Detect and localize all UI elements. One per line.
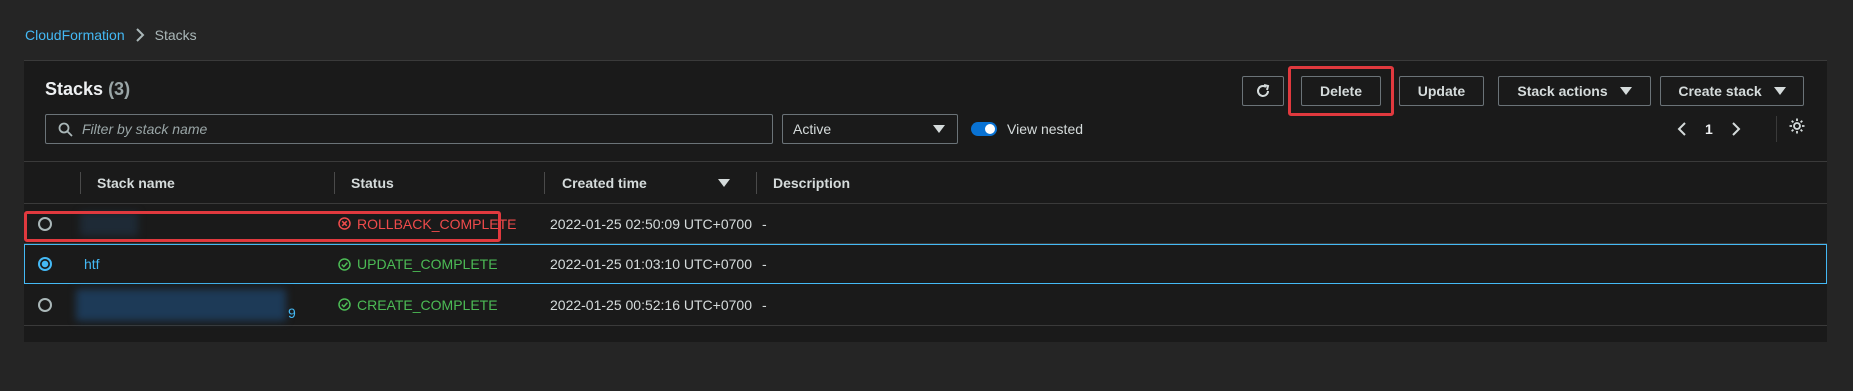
stack-count: (3) [108, 79, 131, 99]
status-cell: CREATE_COMPLETE [338, 284, 498, 325]
column-stack-name[interactable]: Stack name [97, 162, 175, 203]
view-nested-toggle[interactable] [971, 122, 997, 136]
caret-down-icon [1619, 87, 1632, 95]
caret-down-icon [933, 125, 945, 133]
breadcrumb: CloudFormation Stacks [25, 24, 197, 46]
column-separator [334, 172, 335, 194]
status-text: ROLLBACK_COMPLETE [357, 215, 517, 232]
row-radio[interactable] [38, 245, 52, 283]
status-filter-select[interactable]: Active [782, 114, 958, 144]
column-description[interactable]: Description [773, 162, 850, 203]
pagination-divider [1776, 116, 1777, 142]
stack-name-cell[interactable]: htf [84, 245, 100, 283]
column-created-time-label: Created time [562, 174, 647, 191]
column-created-time[interactable]: Created time [562, 162, 647, 203]
filter-field[interactable] [45, 114, 773, 144]
stack-actions-label: Stack actions [1517, 83, 1608, 99]
description-cell: - [762, 256, 767, 272]
stack-actions-button[interactable]: Stack actions [1498, 76, 1651, 106]
description-cell: - [762, 215, 767, 232]
redacted-stack-name[interactable] [80, 211, 138, 236]
stack-name-suffix[interactable]: 9 [288, 305, 296, 321]
status-badge: CREATE_COMPLETE [338, 297, 498, 313]
chevron-right-icon[interactable] [1731, 121, 1741, 137]
status-text: UPDATE_COMPLETE [357, 256, 498, 272]
stack-name-link[interactable]: htf [84, 256, 100, 272]
row-radio[interactable] [38, 204, 52, 243]
chevron-right-icon [135, 28, 145, 42]
title-text: Stacks [45, 79, 104, 99]
radio-unchecked[interactable] [38, 216, 52, 231]
refresh-icon [1257, 84, 1270, 97]
status-badge: ROLLBACK_COMPLETE [338, 216, 517, 232]
status-cell: ROLLBACK_COMPLETE [338, 204, 517, 243]
table-row-selected[interactable]: htf UPDATE_COMPLETE 2022-01-25 01:03:10 … [24, 244, 1827, 284]
breadcrumb-current: Stacks [154, 27, 197, 43]
update-button[interactable]: Update [1399, 76, 1484, 106]
table-row[interactable]: ROLLBACK_COMPLETE 2022-01-25 02:50:09 UT… [24, 204, 1827, 244]
search-icon [58, 122, 73, 137]
status-badge: UPDATE_COMPLETE [338, 256, 498, 272]
chevron-left-icon[interactable] [1677, 121, 1687, 137]
stack-name-cell[interactable] [80, 204, 138, 243]
page-title: Stacks (3) [45, 79, 130, 100]
radio-checked[interactable] [38, 257, 52, 271]
status-cell: UPDATE_COMPLETE [338, 245, 498, 283]
stacks-panel: Stacks (3) Delete Update Stack actions C… [24, 60, 1827, 342]
description-cell: - [762, 296, 767, 313]
check-circle-icon [338, 257, 351, 271]
table-row[interactable]: 9 CREATE_COMPLETE 2022-01-25 00:52:16 UT… [24, 284, 1827, 326]
create-stack-button[interactable]: Create stack [1660, 76, 1804, 106]
column-separator [80, 172, 81, 194]
gear-icon[interactable] [1788, 117, 1806, 140]
delete-button[interactable]: Delete [1301, 76, 1381, 106]
error-circle-icon [338, 217, 351, 230]
created-time-cell: 2022-01-25 00:52:16 UTC+0700 [550, 296, 752, 313]
status-text: CREATE_COMPLETE [357, 296, 498, 313]
column-separator [756, 172, 757, 194]
sort-descending-icon[interactable] [718, 179, 730, 187]
caret-down-icon [1773, 87, 1786, 95]
redacted-stack-name[interactable] [76, 288, 286, 321]
table-header: Stack name Status Created time Descripti… [24, 161, 1827, 204]
created-time-cell: 2022-01-25 01:03:10 UTC+0700 [550, 256, 752, 272]
check-circle-icon [338, 298, 351, 311]
create-stack-label: Create stack [1678, 83, 1762, 99]
search-input[interactable] [82, 121, 762, 137]
column-status[interactable]: Status [351, 162, 394, 203]
view-nested-toggle-group: View nested [971, 116, 1083, 142]
pagination: 1 [1677, 116, 1741, 142]
current-page-number[interactable]: 1 [1705, 121, 1713, 137]
breadcrumb-cloudformation-link[interactable]: CloudFormation [25, 27, 125, 43]
stacks-table: Stack name Status Created time Descripti… [24, 161, 1827, 326]
created-time-cell: 2022-01-25 02:50:09 UTC+0700 [550, 215, 752, 232]
status-filter-value: Active [793, 121, 832, 137]
panel-header: Stacks (3) Delete Update Stack actions C… [24, 61, 1827, 161]
view-nested-label: View nested [1007, 121, 1084, 137]
refresh-button[interactable] [1242, 76, 1284, 106]
row-radio[interactable] [38, 284, 52, 325]
column-separator [544, 172, 545, 194]
stack-name-cell[interactable]: 9 [76, 284, 296, 325]
radio-unchecked[interactable] [38, 297, 52, 312]
